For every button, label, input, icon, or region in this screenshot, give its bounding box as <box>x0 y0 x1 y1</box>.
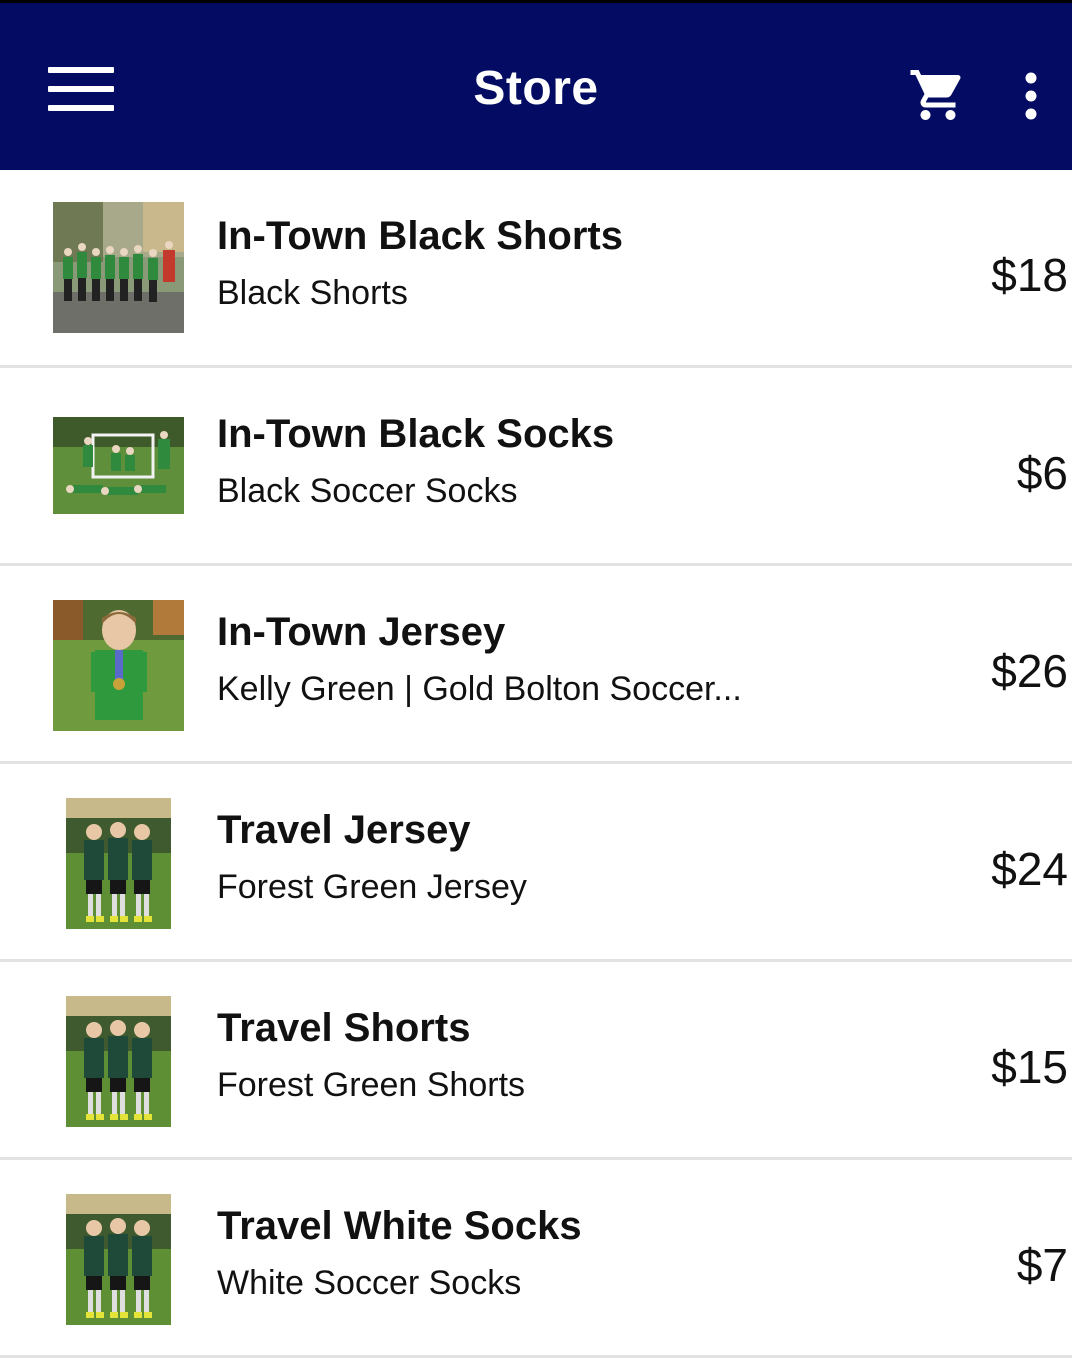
app-bar: Store <box>0 0 1072 170</box>
product-price: $24 <box>991 843 1068 895</box>
product-description: Forest Green Shorts <box>217 1066 526 1104</box>
product-thumbnail <box>53 202 184 333</box>
product-row[interactable]: In-Town Black Shorts Black Shorts $18 <box>0 170 1072 368</box>
product-row[interactable]: Travel Jersey Forest Green Jersey $24 <box>0 764 1072 962</box>
product-description: Black Soccer Socks <box>217 472 518 510</box>
product-price: $7 <box>1016 1239 1068 1291</box>
more-vertical-icon[interactable] <box>1016 71 1046 121</box>
product-thumbnail <box>66 996 171 1127</box>
product-row[interactable]: Travel White Socks White Soccer Socks $7 <box>0 1160 1072 1358</box>
product-price: $15 <box>991 1041 1068 1093</box>
product-row[interactable]: Travel Shorts Forest Green Shorts $15 <box>0 962 1072 1160</box>
shopping-cart-icon[interactable] <box>906 65 970 125</box>
product-row[interactable]: In-Town Black Socks Black Soccer Socks $… <box>0 368 1072 566</box>
product-row[interactable]: In-Town Jersey Kelly Green | Gold Bolton… <box>0 566 1072 764</box>
product-name: Travel Jersey <box>217 808 471 852</box>
product-list: In-Town Black Shorts Black Shorts $18 In… <box>0 170 1072 1358</box>
product-description: Forest Green Jersey <box>217 868 527 906</box>
product-price: $26 <box>991 645 1068 697</box>
product-price: $6 <box>1016 447 1068 499</box>
product-name: In-Town Black Shorts <box>217 214 623 258</box>
product-thumbnail <box>53 417 184 514</box>
product-description: Black Shorts <box>217 274 408 312</box>
product-name: In-Town Jersey <box>217 610 506 654</box>
product-description: Kelly Green | Gold Bolton Soccer... <box>217 670 742 708</box>
product-thumbnail <box>66 798 171 929</box>
product-thumbnail <box>66 1194 171 1325</box>
product-name: Travel White Socks <box>217 1204 582 1248</box>
product-price: $18 <box>991 249 1068 301</box>
product-thumbnail <box>53 600 184 731</box>
product-description: White Soccer Socks <box>217 1264 522 1302</box>
product-name: Travel Shorts <box>217 1006 471 1050</box>
product-name: In-Town Black Socks <box>217 412 615 456</box>
